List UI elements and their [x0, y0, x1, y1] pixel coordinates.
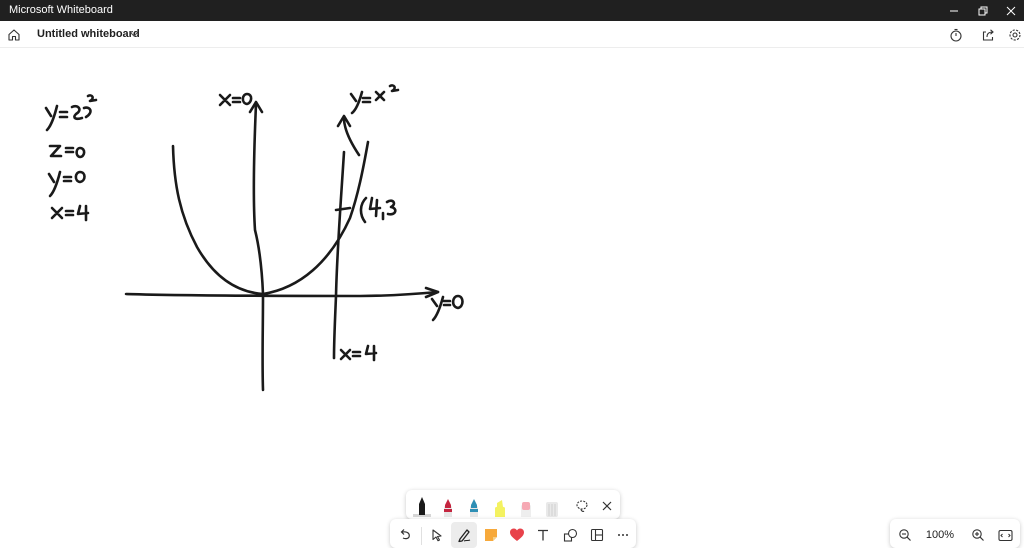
- ink-line-x4[interactable]: [332, 150, 346, 360]
- app-bar: Untitled whiteboard: [0, 21, 1024, 48]
- pen-red[interactable]: [439, 494, 457, 518]
- inking-button[interactable]: [451, 522, 477, 548]
- ink-eq-z0[interactable]: [48, 144, 86, 159]
- zoom-in-icon: [972, 529, 984, 541]
- ink-label-point[interactable]: [359, 196, 397, 224]
- ink-eq-x4[interactable]: [50, 204, 90, 222]
- templates-button[interactable]: [584, 522, 610, 548]
- app-title: Microsoft Whiteboard: [9, 4, 113, 16]
- minimize-icon: [950, 10, 958, 11]
- heart-icon: [510, 528, 524, 541]
- undo-button[interactable]: [392, 522, 418, 548]
- inking-icon: [458, 529, 471, 543]
- zoom-out-icon: [899, 529, 911, 541]
- text-button[interactable]: [530, 522, 556, 548]
- zoom-out-button[interactable]: [892, 522, 918, 548]
- whiteboard-canvas[interactable]: [0, 48, 1024, 548]
- pen-black[interactable]: [413, 494, 431, 518]
- fit-to-screen-icon: [997, 529, 1013, 541]
- ink-label-x0[interactable]: [218, 92, 253, 107]
- ink-label-y-x2[interactable]: [349, 84, 400, 115]
- pen-palette: [406, 490, 620, 519]
- ink-eq-y-2x2[interactable]: [44, 94, 98, 132]
- shapes-icon: [563, 528, 577, 542]
- highlighter-yellow[interactable]: [491, 494, 509, 518]
- highlighter-pink[interactable]: [517, 494, 535, 518]
- sticky-note-icon: [485, 529, 497, 541]
- main-toolbar: [390, 519, 636, 548]
- settings-button[interactable]: [1005, 25, 1024, 45]
- ink-label-y0[interactable]: [430, 294, 464, 322]
- share-button[interactable]: [978, 25, 998, 45]
- zoom-controls: 100%: [890, 519, 1020, 548]
- toolbar-separator: [421, 527, 422, 545]
- shapes-button[interactable]: [557, 522, 583, 548]
- more-button[interactable]: [610, 522, 636, 548]
- zoom-level[interactable]: 100%: [923, 529, 957, 541]
- chevron-down-icon[interactable]: [129, 29, 139, 39]
- fit-to-screen-button[interactable]: [992, 522, 1018, 548]
- timer-icon: [950, 28, 962, 42]
- undo-icon: [400, 529, 410, 540]
- share-icon: [982, 29, 994, 41]
- home-button[interactable]: [4, 25, 24, 45]
- close-icon: [1006, 6, 1016, 15]
- settings-icon: [1009, 29, 1021, 41]
- home-icon: [8, 29, 20, 41]
- templates-icon: [590, 528, 604, 542]
- restore-icon: [978, 6, 988, 15]
- lasso-icon: [576, 500, 588, 512]
- timer-button[interactable]: [946, 25, 966, 45]
- close-palette-button[interactable]: [594, 493, 620, 519]
- ink-point-tick[interactable]: [334, 206, 352, 212]
- eraser-tool[interactable]: [543, 494, 561, 518]
- board-title[interactable]: Untitled whiteboard: [37, 28, 140, 40]
- more-icon: [618, 534, 628, 536]
- ink-y-axis[interactable]: [252, 102, 265, 392]
- zoom-in-button[interactable]: [965, 522, 991, 548]
- ink-x-axis[interactable]: [124, 290, 440, 298]
- sticky-note-button[interactable]: [478, 522, 504, 548]
- reactions-button[interactable]: [504, 522, 530, 548]
- ink-eq-y0[interactable]: [47, 170, 86, 198]
- ink-label-x4-bottom[interactable]: [339, 344, 378, 362]
- title-bar: Microsoft Whiteboard: [0, 0, 1024, 21]
- close-button[interactable]: [994, 0, 1024, 21]
- lasso-button[interactable]: [569, 493, 595, 519]
- close-icon: [602, 501, 612, 511]
- pen-blue[interactable]: [465, 494, 483, 518]
- select-icon: [432, 529, 442, 542]
- ink-curve-label-arrow[interactable]: [336, 114, 361, 157]
- text-icon: [538, 529, 548, 541]
- select-button[interactable]: [424, 522, 450, 548]
